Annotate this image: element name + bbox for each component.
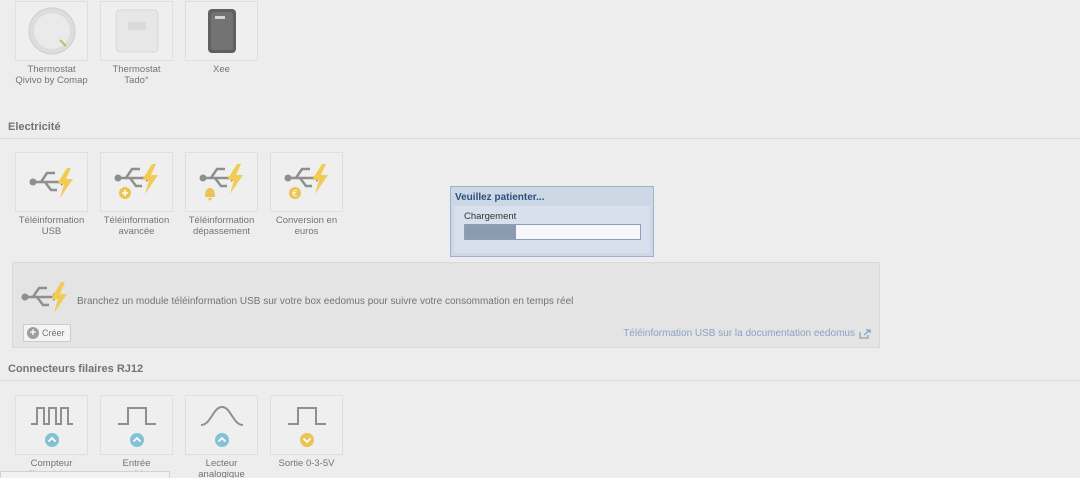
loading-dialog: Veuillez patienter... Chargement bbox=[450, 186, 654, 257]
loading-dialog-title: Veuillez patienter... bbox=[455, 192, 545, 203]
loading-dialog-body: Chargement bbox=[454, 206, 650, 253]
loading-message: Chargement bbox=[464, 211, 517, 222]
loading-progress-bar bbox=[464, 224, 641, 240]
loading-progress-fill bbox=[465, 225, 516, 239]
